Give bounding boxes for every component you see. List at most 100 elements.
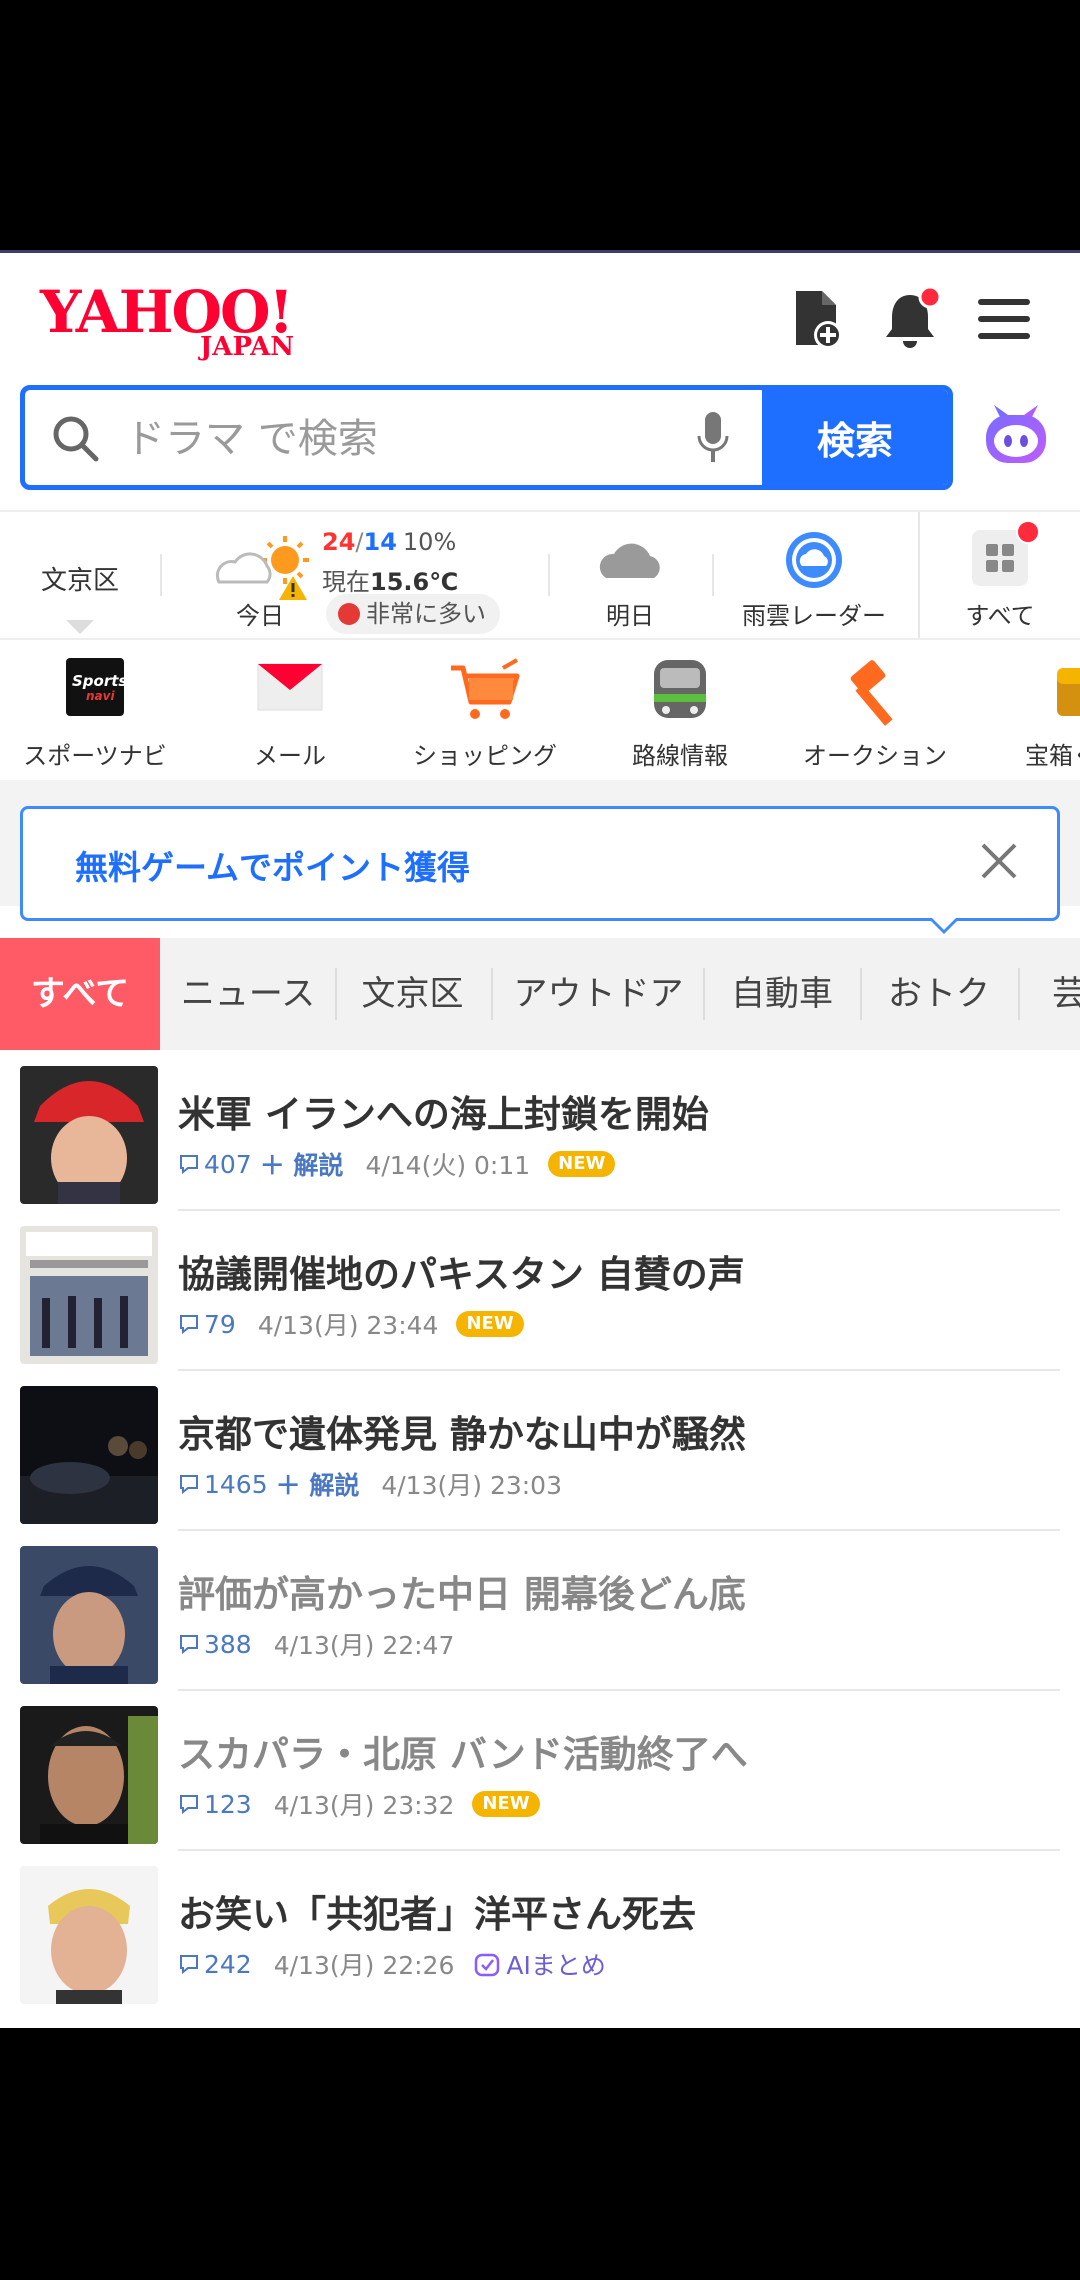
service-sportsnavi[interactable]: Sports navi スポーツナビ (0, 640, 190, 780)
comment-count[interactable]: 388 (178, 1630, 252, 1659)
comment-count-value: 242 (204, 1949, 252, 1979)
news-item[interactable]: 評価が高かった中日 開幕後どん底 388 4/13(月) 22:47 (0, 1530, 1080, 1691)
weather-bar: 文京区 24/14 10% 現在15.6℃ 今日 非常に多い 明日 雨雲レーダー… (0, 510, 1080, 640)
news-thumbnail (20, 1546, 158, 1684)
news-meta: 79 4/13(月) 23:44 NEW (178, 1306, 524, 1342)
location-name: 文京区 (40, 566, 119, 596)
location-dropdown-icon (66, 620, 94, 634)
comment-count-value: 1465 (204, 1469, 268, 1499)
news-time: 4/13(月) 22:47 (273, 1631, 455, 1660)
ai-summary-label[interactable]: AIまとめ (474, 1946, 606, 1982)
rain-radar[interactable]: 雨雲レーダー (728, 512, 900, 638)
news-time: 4/13(月) 22:26 (273, 1951, 455, 1980)
search-box: 検索 (20, 385, 953, 490)
promo-banner[interactable]: 無料ゲームでポイント獲得 (20, 806, 1060, 921)
temperature-range: 24/14 10% (322, 528, 457, 556)
service-mail[interactable]: メール (195, 640, 385, 780)
weather-tomorrow[interactable]: 明日 (570, 512, 690, 638)
news-thumbnail (20, 1386, 158, 1524)
radar-label: 雨雲レーダー (742, 602, 886, 630)
comment-icon (180, 1475, 198, 1495)
news-title: 協議開催地のパキスタン 自賛の声 (178, 1253, 745, 1296)
service-shopping[interactable]: ショッピング (390, 640, 580, 780)
shopping-cart-icon (451, 658, 520, 719)
tab-divider (491, 968, 493, 1020)
news-item[interactable]: 米軍 イランへの海上封鎖を開始 407 ＋ 解説 4/14(火) 0:11 NE… (0, 1050, 1080, 1211)
news-item[interactable]: スカパラ・北原 バンド活動終了へ 123 4/13(月) 23:32 NEW (0, 1690, 1080, 1851)
yahoo-japan-logo[interactable]: YAHOO! JAPAN (40, 283, 320, 363)
tab-news[interactable]: ニュース (168, 938, 328, 1050)
comment-count[interactable]: 242 (178, 1950, 252, 1979)
all-label: すべて (965, 602, 1035, 630)
header: YAHOO! JAPAN ドラマ で検索 検索 (0, 253, 1080, 490)
comment-count[interactable]: 1465 (178, 1470, 268, 1499)
news-meta: 407 ＋ 解説 4/14(火) 0:11 NEW (178, 1146, 616, 1182)
service-label: オークション (803, 742, 947, 770)
promo-text: 無料ゲームでポイント獲得 (75, 848, 471, 887)
treasure-box-icon (1057, 668, 1080, 716)
news-title: 京都で遺体発見 静かな山中が騒然 (178, 1413, 746, 1456)
location-selector[interactable]: 文京区 (0, 512, 160, 638)
spacer (0, 780, 1080, 806)
comment-icon (180, 1155, 198, 1175)
tab-bunkyo[interactable]: 文京区 (340, 938, 485, 1050)
comment-count-value: 407 (204, 1149, 252, 1179)
yahoo-top-page: YAHOO! JAPAN ドラマ で検索 検索 文京区 24/14 10% 現在… (0, 253, 1080, 2028)
today-label: 今日 (236, 602, 284, 630)
comment-icon (180, 1635, 198, 1655)
promo-pointer-inner (931, 917, 957, 930)
pollen-badge[interactable]: 非常に多い (326, 594, 500, 634)
search-button[interactable]: 検索 (762, 390, 948, 485)
news-title: 米軍 イランへの海上封鎖を開始 (178, 1093, 709, 1136)
cloudy-sunny-warning-icon (215, 536, 309, 600)
service-treasure[interactable]: 宝箱く (975, 640, 1080, 780)
notification-bell-icon[interactable] (878, 287, 942, 351)
temp-high: 24 (322, 528, 356, 556)
news-item[interactable]: 京都で遺体発見 静かな山中が騒然 1465 ＋ 解説 4/13(月) 23:03 (0, 1370, 1080, 1531)
cloud-icon (599, 543, 660, 578)
news-thumbnail (20, 1706, 158, 1844)
divider (712, 554, 714, 596)
sportsnavi-icon: Sports navi (66, 658, 124, 716)
tab-all[interactable]: すべて (0, 938, 160, 1050)
tab-divider (703, 968, 705, 1020)
news-time: 4/13(月) 23:03 (381, 1471, 562, 1500)
news-time: 4/13(月) 23:44 (257, 1311, 439, 1340)
service-label: スポーツナビ (23, 742, 167, 770)
ai-assistant-icon[interactable] (980, 401, 1052, 473)
close-icon[interactable] (977, 839, 1021, 883)
train-icon (654, 660, 706, 718)
svg-text:Sports: Sports (72, 672, 124, 690)
service-auction[interactable]: オークション (780, 640, 970, 780)
divider (918, 512, 920, 638)
notification-dot (1016, 520, 1040, 544)
tab-car[interactable]: 自動車 (708, 938, 856, 1050)
comment-count-value: 388 (204, 1629, 252, 1659)
tab-divider (335, 968, 337, 1020)
all-services[interactable]: すべて (940, 512, 1060, 638)
ai-summary-text: AIまとめ (506, 1951, 606, 1980)
tab-outdoor[interactable]: アウトドア (496, 938, 701, 1050)
news-item[interactable]: 協議開催地のパキスタン 自賛の声 79 4/13(月) 23:44 NEW (0, 1210, 1080, 1371)
tab-divider (1018, 968, 1020, 1020)
tab-entertainment[interactable]: 芸 (1052, 938, 1080, 1050)
divider (548, 554, 550, 596)
category-tabs: すべて ニュース 文京区 アウトドア 自動車 おトク 芸 (0, 938, 1080, 1050)
comment-count[interactable]: 79 (178, 1310, 236, 1339)
microphone-icon[interactable] (693, 410, 733, 466)
news-item[interactable]: お笑い「共犯者」洋平さん死去 242 4/13(月) 22:26 AIまとめ (0, 1850, 1080, 2010)
service-label: 宝箱く (1025, 742, 1080, 770)
hamburger-menu-icon[interactable] (972, 287, 1036, 351)
news-thumbnail (20, 1866, 158, 2004)
comment-count[interactable]: 123 (178, 1790, 252, 1819)
add-document-icon[interactable] (784, 287, 848, 351)
news-title: スカパラ・北原 バンド活動終了へ (178, 1733, 748, 1776)
comment-count[interactable]: 407 (178, 1150, 252, 1179)
tab-deals[interactable]: おトク (865, 938, 1013, 1050)
service-train[interactable]: 路線情報 (585, 640, 775, 780)
search-input[interactable] (123, 400, 687, 477)
new-badge: NEW (456, 1311, 524, 1337)
current-temp-value: 15.6℃ (370, 568, 459, 596)
service-label: メール (254, 742, 326, 770)
comment-count-value: 79 (204, 1309, 236, 1339)
